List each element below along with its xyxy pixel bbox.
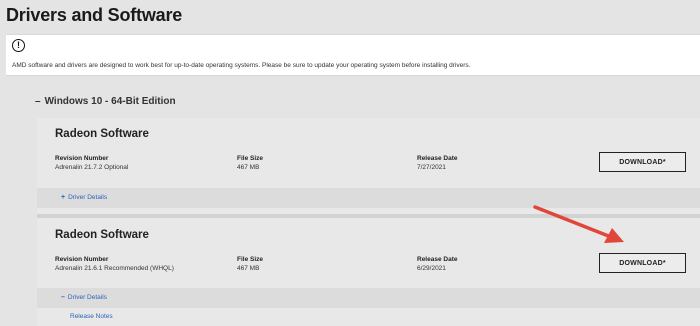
driver-details-label: Driver Details [68,194,108,201]
release-notes-link[interactable]: Release Notes [70,313,113,320]
os-section-toggle[interactable]: – Windows 10 - 64-Bit Edition [35,96,176,107]
revision-label: Revision Number [55,155,109,162]
download-button[interactable]: DOWNLOAD* [599,253,686,273]
page-title: Drivers and Software [6,5,183,25]
os-notice-banner: ! AMD software and drivers are designed … [6,34,700,76]
alert-circle-icon: ! [12,39,25,52]
notice-text: AMD software and drivers are designed to… [12,62,471,69]
driver-title: Radeon Software [55,128,149,140]
driver-details-label: Driver Details [67,294,107,301]
driver-details-bar: – Driver Details [37,288,700,308]
driver-title: Radeon Software [55,229,149,241]
driver-card: Radeon Software Revision Number Adrenali… [37,118,700,214]
file-size-value: 467 MB [237,164,260,171]
driver-card: Radeon Software Revision Number Adrenali… [37,218,700,326]
driver-details-link[interactable]: – Driver Details [61,294,107,301]
expand-icon: + [61,194,66,201]
revision-value: Adrenalin 21.6.1 Recommended (WHQL) [55,265,174,272]
download-button[interactable]: DOWNLOAD* [599,152,686,172]
release-date-value: 6/29/2021 [417,265,446,272]
file-size-label: File Size [237,256,264,263]
os-section-heading: Windows 10 - 64-Bit Edition [44,96,176,107]
revision-label: Revision Number [55,256,109,263]
collapse-icon: – [35,96,41,107]
release-date-label: Release Date [417,155,458,162]
release-date-value: 7/27/2021 [417,164,446,171]
collapse-icon: – [61,294,65,301]
release-date-label: Release Date [417,256,458,263]
driver-details-link[interactable]: + Driver Details [61,194,107,201]
file-size-label: File Size [237,155,264,162]
file-size-value: 467 MB [237,265,260,272]
driver-details-bar: + Driver Details [37,188,700,208]
revision-value: Adrenalin 21.7.2 Optional [55,164,129,171]
